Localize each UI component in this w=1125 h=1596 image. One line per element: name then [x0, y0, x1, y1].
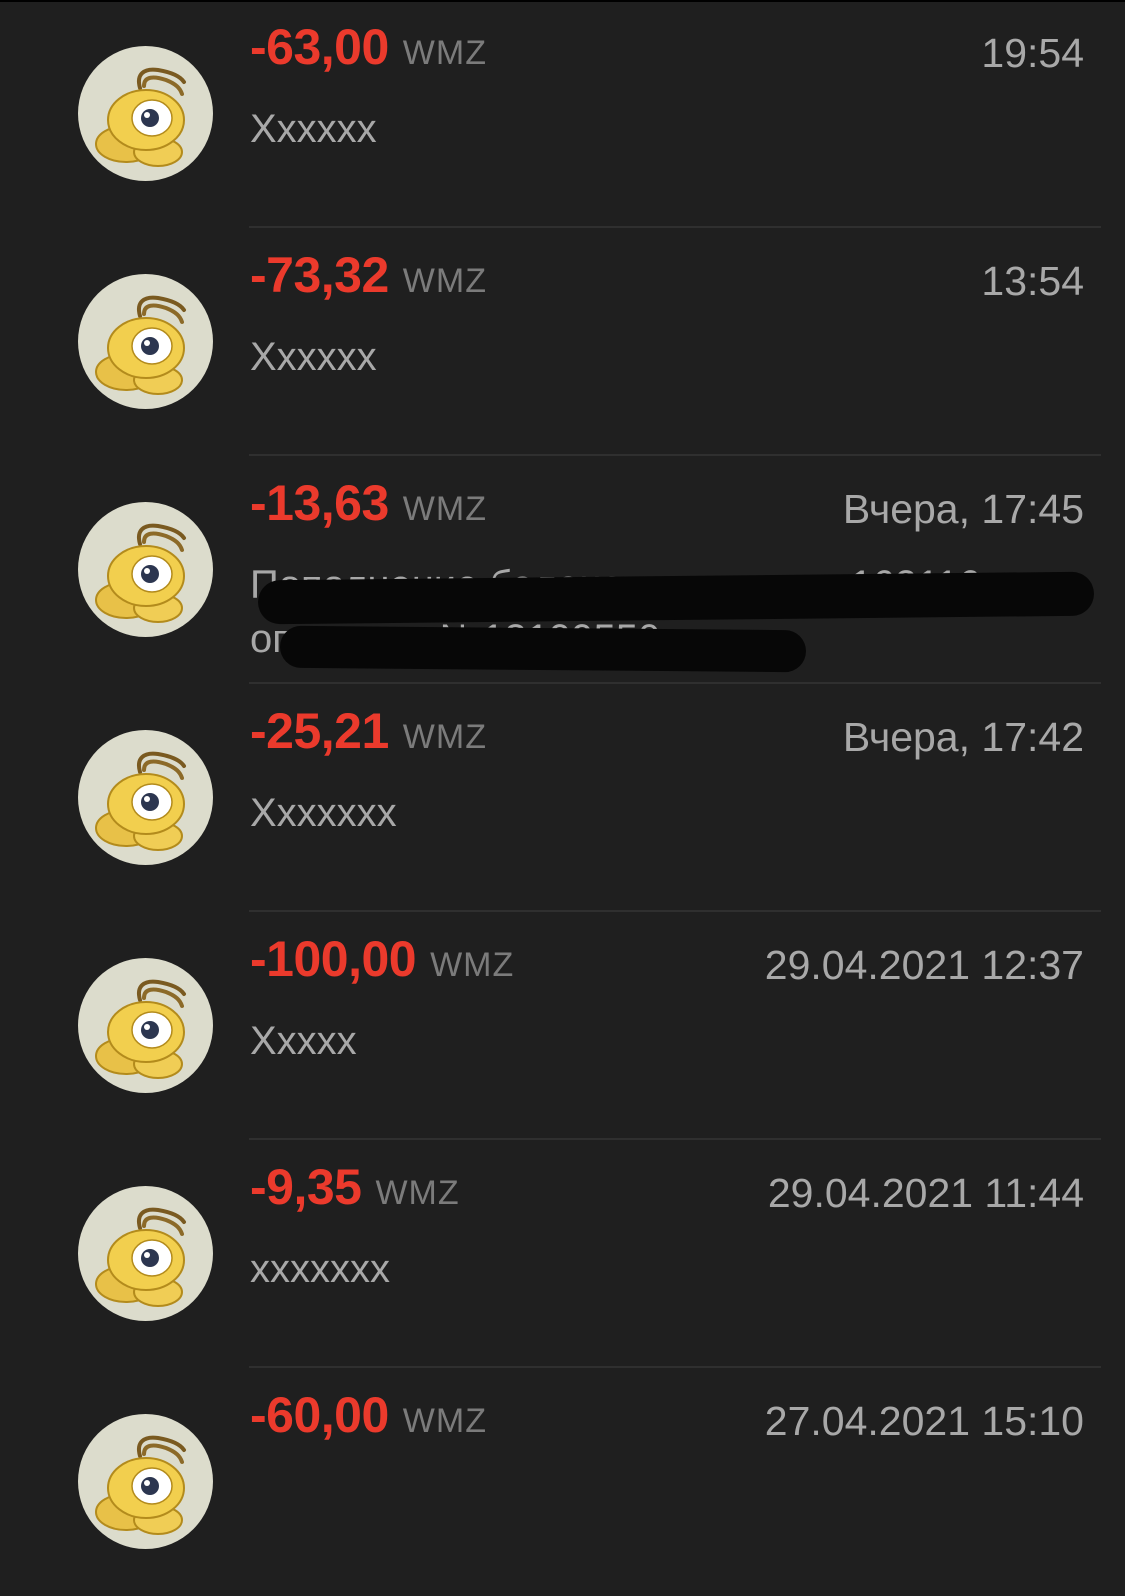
transaction-amount: -60,00	[250, 1387, 389, 1443]
transaction-time: 27.04.2021 15:10	[764, 1398, 1084, 1444]
amount-line: -73,32 WMZ	[250, 250, 487, 300]
webmoney-bug-icon	[78, 1186, 213, 1321]
transaction-currency: WMZ	[402, 34, 487, 72]
redaction-scribble	[279, 625, 807, 673]
transaction-description: Xxxxxxx	[250, 791, 397, 835]
transaction-row[interactable]: -60,00 WMZ 27.04.2021 15:10	[0, 1368, 1125, 1596]
amount-line: -13,63 WMZ	[250, 478, 487, 528]
transaction-amount: -9,35	[250, 1159, 362, 1215]
amount-line: -63,00 WMZ	[250, 22, 487, 72]
transaction-currency: WMZ	[402, 262, 487, 300]
transaction-row[interactable]: -73,32 WMZ 13:54 Xxxxxx	[0, 228, 1125, 456]
transaction-currency: WMZ	[430, 946, 515, 984]
transaction-currency: WMZ	[375, 1174, 460, 1212]
transaction-description: Xxxxx	[250, 1019, 357, 1063]
webmoney-bug-icon	[78, 1414, 213, 1549]
redaction-scribble	[257, 571, 1095, 625]
webmoney-bug-icon	[78, 730, 213, 865]
transaction-amount: -100,00	[250, 931, 417, 987]
transaction-list[interactable]: -63,00 WMZ 19:54 Xxxxxx -73,32 WMZ 13:54 X…	[0, 0, 1125, 1596]
transaction-currency: WMZ	[402, 718, 487, 756]
amount-line: -60,00 WMZ	[250, 1390, 487, 1440]
transaction-time: 13:54	[981, 258, 1084, 304]
transaction-row[interactable]: -13,63WMZ Вчера, 17:45 Пополнение баланс…	[0, 456, 1125, 684]
transaction-amount: -73,32	[250, 247, 389, 303]
transaction-row[interactable]: -25,21 WMZ Вчера, 17:42 Xxxxxxx	[0, 684, 1125, 912]
transaction-time: 29.04.2021 11:44	[767, 1170, 1084, 1216]
transaction-row[interactable]: -100,00 WMZ 29.04.2021 12:37 Xxxxx	[0, 912, 1125, 1140]
transaction-amount: -63,00	[250, 19, 389, 75]
amount-line: -9,35 WMZ	[250, 1162, 460, 1212]
webmoney-bug-icon	[78, 958, 213, 1093]
webmoney-bug-icon	[78, 274, 213, 409]
transaction-description: Xxxxxx	[250, 335, 377, 379]
transaction-time: Вчера, 17:45	[842, 486, 1084, 532]
transaction-amount: -13,63	[250, 475, 389, 531]
transaction-description: Xxxxxx	[250, 107, 377, 151]
transaction-currency: WMZ	[402, 490, 487, 528]
transaction-description: xxxxxxx	[250, 1247, 390, 1291]
transaction-time: 29.04.2021 12:37	[764, 942, 1084, 988]
amount-line: -25,21 WMZ	[250, 706, 487, 756]
transaction-time: 19:54	[981, 30, 1084, 76]
webmoney-bug-icon	[78, 46, 213, 181]
transaction-amount: -25,21	[250, 703, 389, 759]
transaction-row[interactable]: -63,00 WMZ 19:54 Xxxxxx	[0, 0, 1125, 228]
webmoney-bug-icon	[78, 502, 213, 637]
transaction-currency: WMZ	[402, 1402, 487, 1440]
amount-line: -100,00 WMZ	[250, 934, 514, 984]
transaction-row[interactable]: -9,35 WMZ 29.04.2021 11:44 xxxxxxx	[0, 1140, 1125, 1368]
transaction-time: Вчера, 17:42	[842, 714, 1084, 760]
